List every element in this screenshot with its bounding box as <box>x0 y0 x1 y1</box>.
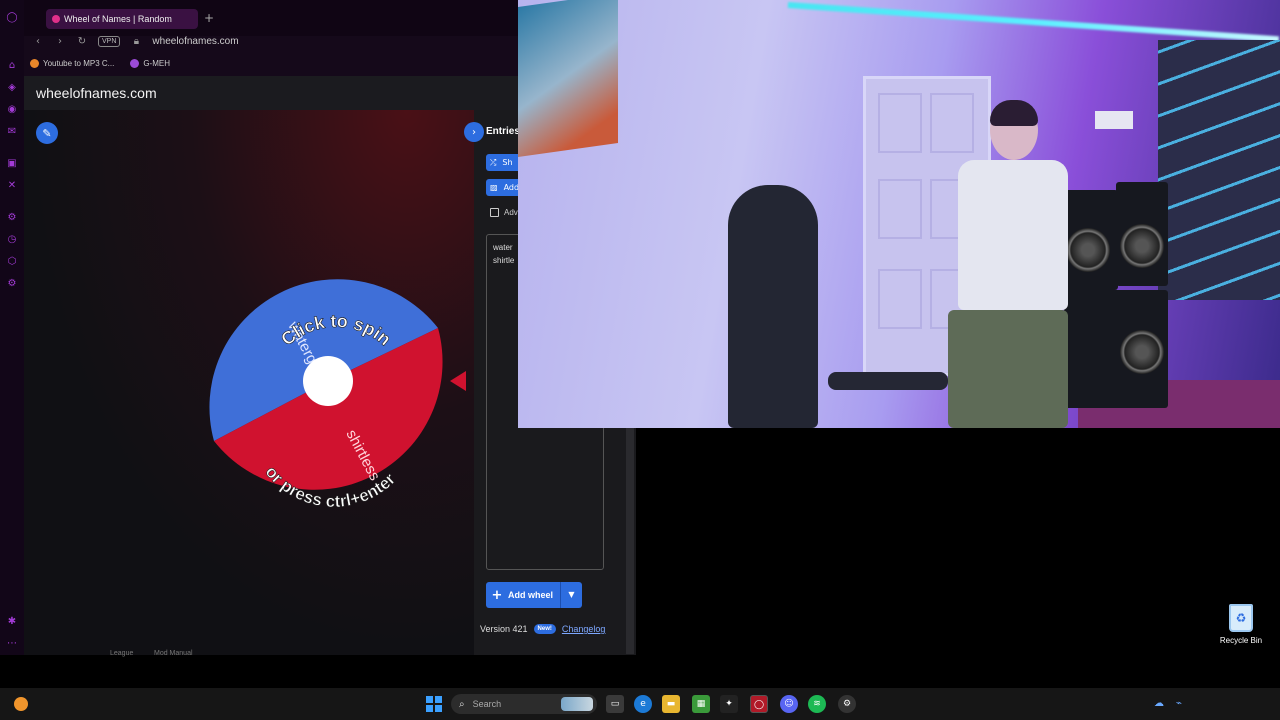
bag-icon[interactable]: ◈ <box>6 82 18 94</box>
gear-icon[interactable]: ⚙ <box>6 278 18 290</box>
add-wheel-button[interactable]: + Add wheel ▼ <box>486 582 582 608</box>
search-placeholder: Search <box>472 699 502 709</box>
mail-icon[interactable]: ✉ <box>6 126 18 138</box>
led-strip <box>787 2 1280 43</box>
edge-icon[interactable]: e <box>634 695 652 713</box>
taskbar-search[interactable]: ⌕ Search <box>451 694 597 714</box>
url-input[interactable]: wheelofnames.com <box>152 36 238 47</box>
person-headphones <box>990 100 1038 126</box>
tab-wheel-of-names[interactable]: Wheel of Names | Random <box>46 9 198 29</box>
call-of-duty-icon[interactable]: ✦ <box>720 695 738 713</box>
file-explorer-icon[interactable]: ▬ <box>662 695 680 713</box>
person-legs <box>948 310 1068 428</box>
home-icon[interactable]: ⌂ <box>6 60 18 72</box>
windows-start-button[interactable] <box>426 696 442 712</box>
discord-icon[interactable]: ☺ <box>780 695 798 713</box>
edit-pencil-icon[interactable]: ✎ <box>36 122 58 144</box>
advanced-label: Adv <box>504 208 518 217</box>
tab-title: Wheel of Names | Random <box>64 14 172 24</box>
messenger-icon[interactable]: ◉ <box>6 104 18 116</box>
webcam-overlay <box>518 0 1280 428</box>
opera-gx-icon[interactable]: ◯ <box>750 695 768 713</box>
forward-arrow-icon[interactable]: › <box>54 36 66 47</box>
wall-flag <box>518 0 618 158</box>
speaker-right <box>1116 182 1168 286</box>
recycle-bin-label: Recycle Bin <box>1219 636 1263 645</box>
twitch-icon[interactable]: ▣ <box>6 158 18 170</box>
chair-armrest <box>828 372 948 390</box>
vpn-badge[interactable]: VPN <box>98 35 121 47</box>
chevron-down-icon[interactable]: ▼ <box>560 582 582 608</box>
bookmark-youtube-mp3[interactable]: Youtube to MP3 C... <box>30 58 115 68</box>
extensions-icon[interactable]: ⬡ <box>6 256 18 268</box>
bookmark-g-meh[interactable]: G-MEH <box>130 58 170 68</box>
lock-icon: 🔒︎ <box>133 35 140 47</box>
opera-logo-icon[interactable]: ◯ <box>6 12 18 24</box>
gaming-chair <box>728 185 818 428</box>
version-label: Version 421 <box>480 624 528 634</box>
advanced-checkbox[interactable] <box>490 208 499 217</box>
steam-icon[interactable]: ⚙ <box>838 695 856 713</box>
recycle-bin[interactable]: ♻ Recycle Bin <box>1216 604 1266 645</box>
wheel-center[interactable] <box>303 356 353 406</box>
more-icon[interactable]: ⋯ <box>6 638 18 650</box>
add-image-label: Add <box>503 183 520 192</box>
search-highlight-image <box>561 697 593 711</box>
version-row: Version 421 New! Changelog <box>480 624 605 634</box>
minecraft-icon[interactable]: ▦ <box>692 695 710 713</box>
search-icon: ⌕ <box>459 698 465 710</box>
bookmark-label: Youtube to MP3 C... <box>43 58 115 68</box>
recycle-bin-icon: ♻ <box>1229 604 1253 632</box>
staircase <box>1158 40 1280 300</box>
gx-icon[interactable]: ✱ <box>6 616 18 628</box>
wall-sign <box>1095 111 1133 129</box>
background-text-mod-manual: Mod Manual <box>154 650 193 657</box>
person-body <box>958 160 1068 310</box>
opera-sidebar: ◯ ⌂ ◈ ◉ ✉ ▣ ✕ ⚙ ◷ ⬡ ⚙ ✱ ⋯ <box>0 0 24 655</box>
bookmark-favicon-icon <box>30 58 39 68</box>
spin-wheel[interactable]: watergun shirtless Click to spin or pres… <box>194 247 474 527</box>
history-icon[interactable]: ◷ <box>6 234 18 246</box>
wheel-area: ✎ watergun shirtless Click to spin or pr… <box>24 110 474 655</box>
bookmark-favicon-icon <box>130 58 140 68</box>
shuffle-label: Sh <box>502 158 513 167</box>
page-scrollbar[interactable] <box>626 428 634 654</box>
tool-icon[interactable]: ✕ <box>6 180 18 192</box>
tray-mic-icon[interactable]: ⌁ <box>1176 698 1182 709</box>
task-view-icon[interactable]: ▭ <box>606 695 624 713</box>
speaker-bottom <box>1064 290 1168 408</box>
image-icon: ▨ <box>490 183 498 192</box>
new-tab-button[interactable]: + <box>204 11 214 25</box>
reload-icon[interactable]: ↻ <box>76 36 88 47</box>
changelog-link[interactable]: Changelog <box>562 624 606 634</box>
add-wheel-label: Add wheel <box>508 590 554 600</box>
shuffle-icon: ⤮ <box>490 157 497 167</box>
back-arrow-icon[interactable]: ‹ <box>32 36 44 47</box>
new-badge: New! <box>533 624 556 634</box>
bookmark-label: G-MEH <box>143 58 170 68</box>
tab-entries[interactable]: Entries <box>486 126 520 137</box>
tab-favicon-icon <box>52 15 60 23</box>
tray-network-icon[interactable]: ☁ <box>1154 698 1164 709</box>
widgets-weather-icon[interactable] <box>14 697 28 711</box>
advanced-toggle[interactable]: Adv <box>490 208 518 217</box>
background-text-league: League <box>110 650 134 657</box>
settings-icon[interactable]: ⚙ <box>6 212 18 224</box>
spotify-icon[interactable]: ≋ <box>808 695 826 713</box>
plus-icon: + <box>491 587 503 603</box>
site-title[interactable]: wheelofnames.com <box>36 85 157 101</box>
wheel-pointer-icon <box>450 371 466 391</box>
collapse-chevron-icon[interactable]: › <box>464 122 484 142</box>
